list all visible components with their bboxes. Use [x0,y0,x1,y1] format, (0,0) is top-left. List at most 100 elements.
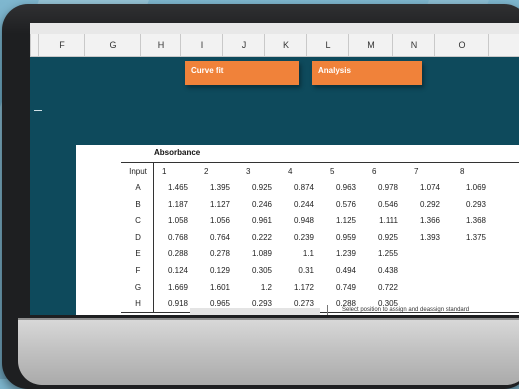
row-label: A [135,183,141,192]
row-label: G [134,282,142,292]
monitor-chin [18,318,519,385]
column-number: 7 [414,167,419,176]
absorbance-cell[interactable] [454,246,486,262]
absorbance-cell[interactable]: 0.222 [240,230,272,246]
absorbance-cell[interactable]: 1.1 [282,246,314,262]
horizontal-scrollbar[interactable] [190,308,320,315]
absorbance-table: Absorbance Input 1 2 3 4 5 6 7 8 A 1.465 1.395 0.9… [76,145,519,315]
column-number: 5 [330,167,335,176]
absorbance-cell[interactable]: 1.127 [198,197,230,213]
absorbance-cell[interactable]: 0.768 [156,230,188,246]
column-header[interactable]: I [180,34,223,56]
column-header-partial [488,34,519,56]
column-header[interactable]: N [392,34,435,56]
absorbance-cell[interactable]: 0.129 [198,263,230,279]
absorbance-cell[interactable]: 0.292 [408,197,440,213]
column-header[interactable]: G [84,34,141,56]
absorbance-cell[interactable]: 1.395 [198,180,230,196]
absorbance-cell[interactable]: 0.961 [240,213,272,229]
absorbance-cell[interactable] [454,280,486,296]
absorbance-cell[interactable]: 1.089 [240,246,272,262]
analysis-button[interactable]: Analysis [312,61,422,85]
row-header-label: Input [129,167,147,176]
absorbance-cell[interactable]: 1.172 [282,280,314,296]
column-header[interactable]: F [38,34,85,56]
column-number: 4 [288,167,293,176]
absorbance-cell[interactable]: 0.246 [240,197,272,213]
column-header[interactable]: K [264,34,307,56]
column-number: 8 [460,167,465,176]
absorbance-cell[interactable]: 0.749 [324,280,356,296]
banner-divider [34,110,42,111]
absorbance-cell[interactable]: 1.056 [198,213,230,229]
column-header[interactable]: H [140,34,181,56]
absorbance-cell[interactable]: 1.2 [240,280,272,296]
absorbance-cell[interactable]: 0.948 [282,213,314,229]
absorbance-cell[interactable]: 1.669 [156,280,188,296]
absorbance-cell[interactable]: 0.124 [156,263,188,279]
absorbance-cell[interactable]: 1.255 [366,246,398,262]
absorbance-cell[interactable]: 0.925 [240,180,272,196]
spreadsheet-screen: F G H I J K L M N O Curve fit Analysis A… [30,23,519,315]
table-caption: Absorbance [154,148,201,157]
absorbance-cell[interactable]: 0.925 [366,230,398,246]
absorbance-cell[interactable]: 0.874 [282,180,314,196]
column-number: 6 [372,167,377,176]
side-banner [30,57,76,315]
toolbar-strip [30,23,519,34]
column-header[interactable]: L [306,34,349,56]
absorbance-cell[interactable]: 0.959 [324,230,356,246]
absorbance-cell[interactable]: 1.058 [156,213,188,229]
absorbance-cell[interactable]: 0.244 [282,197,314,213]
absorbance-cell[interactable]: 0.764 [198,230,230,246]
absorbance-cell[interactable]: 1.187 [156,197,188,213]
absorbance-cell[interactable]: 0.963 [324,180,356,196]
absorbance-cell[interactable] [408,280,440,296]
row-label: C [135,216,141,226]
absorbance-cell[interactable]: 0.438 [366,263,398,279]
absorbance-cell[interactable]: 0.546 [366,197,398,213]
absorbance-cell[interactable]: 0.494 [324,263,356,279]
row-label: H [135,299,141,309]
row-label: E [135,249,141,259]
assign-standard-hint: Select position to assign and deassign s… [342,307,470,313]
absorbance-cell[interactable]: 0.31 [282,263,314,279]
absorbance-cell[interactable]: 0.239 [282,230,314,246]
absorbance-cell[interactable]: 0.293 [454,197,486,213]
absorbance-cell[interactable]: 1.366 [408,213,440,229]
absorbance-cell[interactable]: 1.375 [454,230,486,246]
column-header[interactable]: M [348,34,393,56]
absorbance-cell[interactable]: 1.111 [366,213,398,229]
column-header[interactable]: O [434,34,489,56]
absorbance-cell[interactable]: 0.722 [366,280,398,296]
absorbance-cell[interactable]: 1.393 [408,230,440,246]
absorbance-cell[interactable]: 0.305 [240,263,272,279]
absorbance-cell[interactable] [408,263,440,279]
header-rule [121,162,519,163]
column-header-row: F G H I J K L M N O [30,34,519,57]
absorbance-cell[interactable]: 0.288 [156,246,188,262]
absorbance-cell[interactable]: 1.074 [408,180,440,196]
absorbance-cell[interactable]: 1.601 [198,280,230,296]
absorbance-cell[interactable]: 1.465 [156,180,188,196]
absorbance-cell[interactable]: 0.978 [366,180,398,196]
column-number: 1 [162,167,167,176]
hint-divider [327,305,328,315]
row-label-rule [153,162,154,312]
curve-fit-button[interactable]: Curve fit [185,61,299,85]
column-number: 3 [246,167,251,176]
absorbance-cell[interactable]: 1.368 [454,213,486,229]
absorbance-cell[interactable]: 0.278 [198,246,230,262]
row-label: B [135,199,141,209]
absorbance-cell[interactable]: 1.125 [324,213,356,229]
column-number: 2 [204,167,209,176]
absorbance-cell[interactable]: 1.069 [454,180,486,196]
row-label: D [135,232,141,242]
absorbance-cell[interactable] [454,263,486,279]
column-header[interactable]: J [222,34,265,56]
absorbance-cell[interactable]: 1.239 [324,246,356,262]
absorbance-cell[interactable] [408,246,440,262]
row-label: F [135,266,141,275]
absorbance-cell[interactable]: 0.576 [324,197,356,213]
absorbance-cell[interactable]: 0.918 [156,296,188,312]
